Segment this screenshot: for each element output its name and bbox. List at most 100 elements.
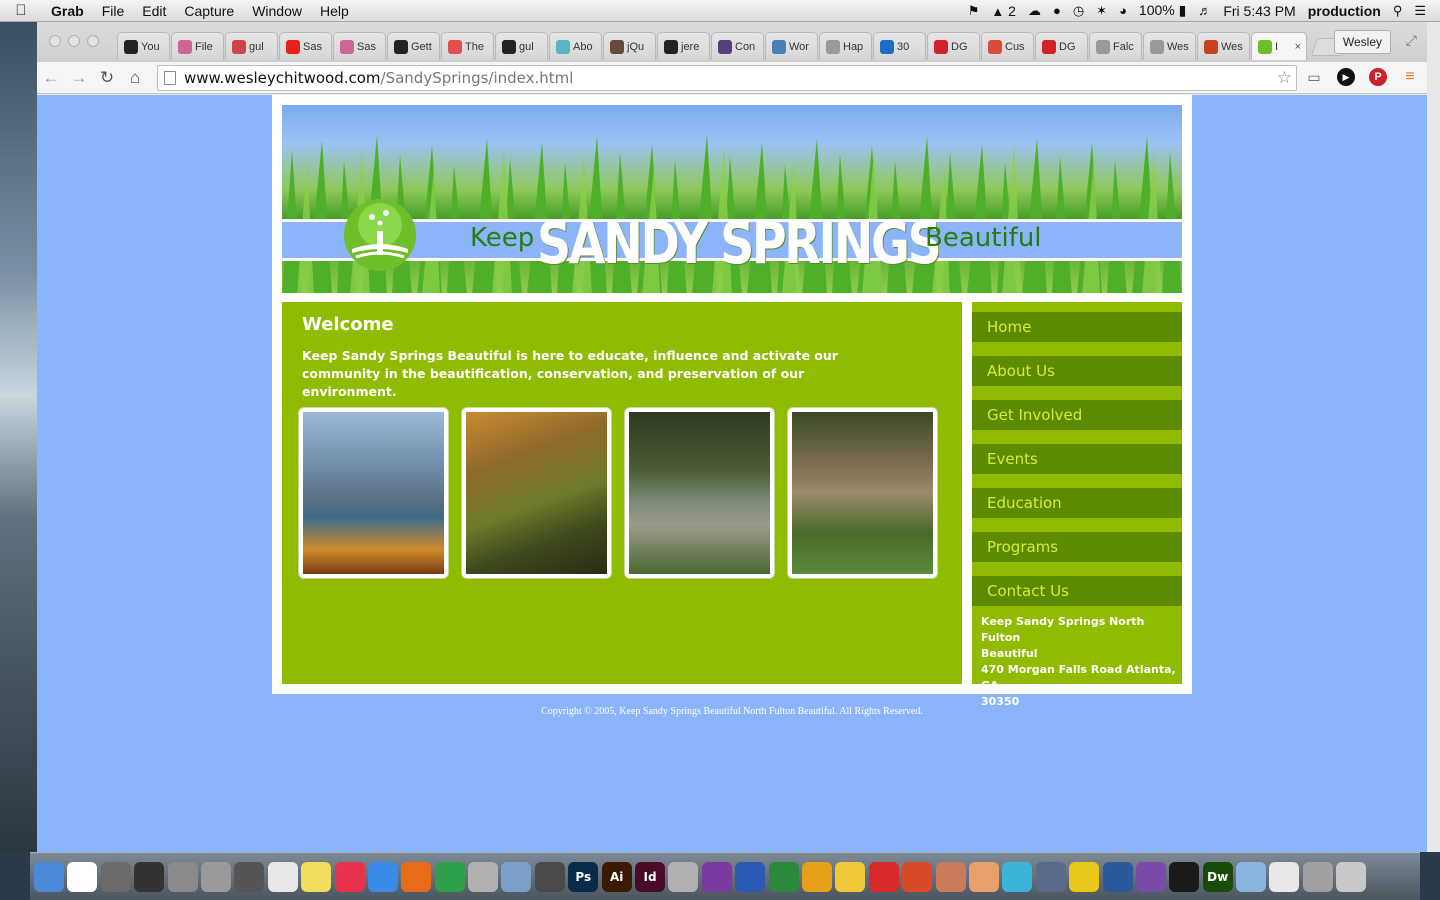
- browser-tab[interactable]: Sas: [279, 32, 332, 60]
- address-bar[interactable]: www.wesleychitwood.com/SandySprings/inde…: [157, 65, 1297, 91]
- system-preferences-icon[interactable]: [167, 861, 198, 892]
- wunderlist-icon[interactable]: [1069, 861, 1100, 892]
- browser-tab[interactable]: gul: [225, 32, 278, 60]
- browser-tab[interactable]: Gett: [387, 32, 440, 60]
- clock-icon[interactable]: [1035, 861, 1066, 892]
- folder-icon[interactable]: [1236, 861, 1267, 892]
- browser-tab[interactable]: DG: [1035, 32, 1088, 60]
- notification-bell-icon[interactable]: ⚑: [968, 3, 980, 19]
- document-icon[interactable]: [1269, 861, 1300, 892]
- sourcetree-icon[interactable]: [1102, 861, 1133, 892]
- adobe-status[interactable]: ▲ 2: [991, 3, 1016, 19]
- cast-icon[interactable]: ▭: [1305, 68, 1323, 86]
- browser-tab[interactable]: Sas: [333, 32, 386, 60]
- close-tab-icon[interactable]: ×: [1295, 41, 1301, 53]
- wifi-icon[interactable]: ◕: [1119, 3, 1127, 18]
- l-app-icon[interactable]: [1002, 861, 1033, 892]
- dreamweaver-icon[interactable]: Dw: [1202, 861, 1233, 892]
- photo-garden-fountain[interactable]: [625, 408, 774, 578]
- photo-city-towers[interactable]: [299, 408, 448, 578]
- browser-tab[interactable]: You: [117, 32, 170, 60]
- app-menu[interactable]: Grab: [42, 3, 93, 19]
- browser-tab[interactable]: jere: [657, 32, 710, 60]
- nav-home[interactable]: Home: [972, 312, 1182, 342]
- apple-menu-icon[interactable]: : [0, 2, 42, 19]
- parrot-icon[interactable]: [968, 861, 999, 892]
- outlook-icon[interactable]: [801, 861, 832, 892]
- safari-icon[interactable]: [367, 861, 398, 892]
- pinterest-icon[interactable]: P: [1369, 68, 1387, 86]
- steam-icon[interactable]: [701, 861, 732, 892]
- downloads-icon[interactable]: [1302, 861, 1333, 892]
- browser-tab[interactable]: Con: [711, 32, 764, 60]
- nav-get-involved[interactable]: Get Involved: [972, 400, 1182, 430]
- zoom-window-button[interactable]: [87, 35, 99, 47]
- calculator-icon[interactable]: [200, 861, 231, 892]
- browser-tab[interactable]: Hap: [819, 32, 872, 60]
- browser-tab[interactable]: Falc: [1089, 32, 1142, 60]
- browser-tab[interactable]: Wor: [765, 32, 818, 60]
- photoshop-icon[interactable]: Ps: [568, 861, 599, 892]
- utilities-icon[interactable]: [468, 861, 499, 892]
- photo-autumn-trail[interactable]: [462, 408, 611, 578]
- forward-button[interactable]: →: [65, 68, 93, 88]
- time-machine-icon[interactable]: ◷: [1073, 3, 1084, 19]
- nav-events[interactable]: Events: [972, 444, 1182, 474]
- menu-help[interactable]: Help: [311, 3, 358, 19]
- facetime-icon[interactable]: [234, 861, 265, 892]
- cloud-icon[interactable]: ☁: [1028, 3, 1041, 19]
- finder-icon[interactable]: [34, 861, 64, 892]
- spotlight-icon[interactable]: ⚲: [1393, 3, 1403, 19]
- stickies-icon[interactable]: [301, 861, 332, 892]
- trash-icon[interactable]: [1336, 861, 1367, 892]
- chrome-menu-icon[interactable]: ≡: [1401, 68, 1419, 86]
- menu-file[interactable]: File: [93, 3, 134, 19]
- menubar-clock[interactable]: Fri 5:43 PM: [1223, 3, 1295, 19]
- word-icon[interactable]: [735, 861, 766, 892]
- menu-edit[interactable]: Edit: [133, 3, 175, 19]
- remote-desktop-icon[interactable]: [902, 861, 933, 892]
- github-app-icon[interactable]: [1135, 861, 1166, 892]
- launchpad-icon[interactable]: [100, 861, 131, 892]
- browser-tab[interactable]: I ×: [1251, 32, 1307, 60]
- browser-tab[interactable]: File: [171, 32, 224, 60]
- calendar-icon[interactable]: [67, 861, 98, 892]
- browser-tab[interactable]: Wes: [1197, 32, 1250, 60]
- battery-status[interactable]: 100% ▮: [1139, 2, 1186, 19]
- acrobat-icon[interactable]: [668, 861, 699, 892]
- menubar-user[interactable]: production: [1308, 3, 1381, 19]
- illustrator-icon[interactable]: Ai: [601, 861, 632, 892]
- nav-contact-us[interactable]: Contact Us: [972, 576, 1182, 606]
- photo-gazebo[interactable]: [788, 408, 937, 578]
- cyberduck-icon[interactable]: [835, 861, 866, 892]
- textedit-icon[interactable]: [267, 861, 298, 892]
- preview-icon[interactable]: [501, 861, 532, 892]
- fullscreen-icon[interactable]: ⤢: [1406, 32, 1417, 49]
- home-button[interactable]: ⌂: [121, 68, 149, 88]
- terminal-icon[interactable]: [1169, 861, 1200, 892]
- itunes-icon[interactable]: [334, 861, 365, 892]
- sublime-icon[interactable]: [534, 861, 565, 892]
- back-button[interactable]: ←: [37, 68, 65, 88]
- browser-tab[interactable]: Abo: [549, 32, 602, 60]
- browser-tab[interactable]: DG: [927, 32, 980, 60]
- indesign-icon[interactable]: Id: [635, 861, 666, 892]
- excel-icon[interactable]: [768, 861, 799, 892]
- close-window-button[interactable]: [49, 35, 61, 47]
- browser-tab[interactable]: jQu: [603, 32, 656, 60]
- nav-about-us[interactable]: About Us: [972, 356, 1182, 386]
- nav-education[interactable]: Education: [972, 488, 1182, 518]
- browser-tab[interactable]: 30: [873, 32, 926, 60]
- nav-programs[interactable]: Programs: [972, 532, 1182, 562]
- menu-capture[interactable]: Capture: [175, 3, 243, 19]
- evernote-icon[interactable]: ●: [1053, 3, 1061, 18]
- bluetooth-icon[interactable]: ✶: [1096, 3, 1107, 19]
- browser-tab[interactable]: Wes: [1143, 32, 1196, 60]
- firefox-icon[interactable]: [401, 861, 432, 892]
- notification-center-icon[interactable]: ☰: [1414, 3, 1426, 19]
- play-extension-icon[interactable]: ▶: [1337, 68, 1355, 86]
- acrobat-reader-icon[interactable]: [868, 861, 899, 892]
- menu-window[interactable]: Window: [243, 3, 311, 19]
- browser-tab[interactable]: gul: [495, 32, 548, 60]
- profile-button[interactable]: Wesley: [1333, 30, 1391, 54]
